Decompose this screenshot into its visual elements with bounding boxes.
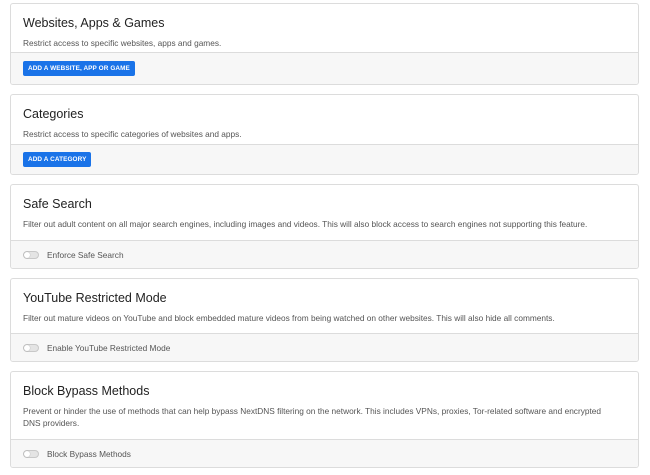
youtube-restricted-description: Filter out mature videos on YouTube and … bbox=[23, 313, 555, 323]
safe-search-title: Safe Search bbox=[23, 197, 92, 211]
websites-apps-games-card: Websites, Apps & Games Restrict access t… bbox=[10, 3, 639, 85]
categories-footer: ADD A CATEGORY bbox=[11, 144, 638, 174]
safe-search-toggle[interactable] bbox=[23, 250, 39, 259]
add-category-button[interactable]: ADD A CATEGORY bbox=[23, 152, 92, 167]
safe-search-toggle-label: Enforce Safe Search bbox=[47, 249, 124, 260]
block-bypass-description: Prevent or hinder the use of methods tha… bbox=[23, 406, 602, 428]
youtube-restricted-footer: Enable YouTube Restricted Mode bbox=[11, 333, 638, 361]
websites-apps-games-title: Websites, Apps & Games bbox=[23, 16, 165, 30]
toggle-knob bbox=[24, 450, 30, 457]
block-bypass-card: Block Bypass Methods Prevent or hinder t… bbox=[10, 371, 639, 468]
websites-apps-games-description: Restrict access to specific websites, ap… bbox=[23, 38, 222, 48]
safe-search-description: Filter out adult content on all major se… bbox=[23, 219, 588, 229]
block-bypass-title: Block Bypass Methods bbox=[23, 384, 150, 398]
safe-search-card: Safe Search Filter out adult content on … bbox=[10, 184, 639, 269]
block-bypass-toggle-row[interactable]: Block Bypass Methods bbox=[23, 449, 131, 459]
add-website-app-game-button[interactable]: ADD A WEBSITE, APP OR GAME bbox=[23, 61, 135, 76]
safe-search-footer: Enforce Safe Search bbox=[11, 240, 638, 268]
youtube-restricted-toggle[interactable] bbox=[23, 343, 39, 352]
categories-description: Restrict access to specific categories o… bbox=[23, 129, 242, 139]
block-bypass-toggle[interactable] bbox=[23, 449, 39, 458]
block-bypass-toggle-label: Block Bypass Methods bbox=[47, 448, 131, 459]
categories-title: Categories bbox=[23, 107, 84, 121]
toggle-knob bbox=[24, 344, 30, 351]
youtube-restricted-title: YouTube Restricted Mode bbox=[23, 291, 167, 305]
websites-apps-games-footer: ADD A WEBSITE, APP OR GAME bbox=[11, 52, 638, 84]
categories-card: Categories Restrict access to specific c… bbox=[10, 94, 639, 175]
youtube-restricted-toggle-label: Enable YouTube Restricted Mode bbox=[47, 342, 171, 353]
safe-search-toggle-row[interactable]: Enforce Safe Search bbox=[23, 250, 124, 260]
toggle-knob bbox=[24, 251, 30, 258]
youtube-restricted-card: YouTube Restricted Mode Filter out matur… bbox=[10, 278, 639, 362]
block-bypass-footer: Block Bypass Methods bbox=[11, 439, 638, 467]
youtube-restricted-toggle-row[interactable]: Enable YouTube Restricted Mode bbox=[23, 343, 170, 353]
